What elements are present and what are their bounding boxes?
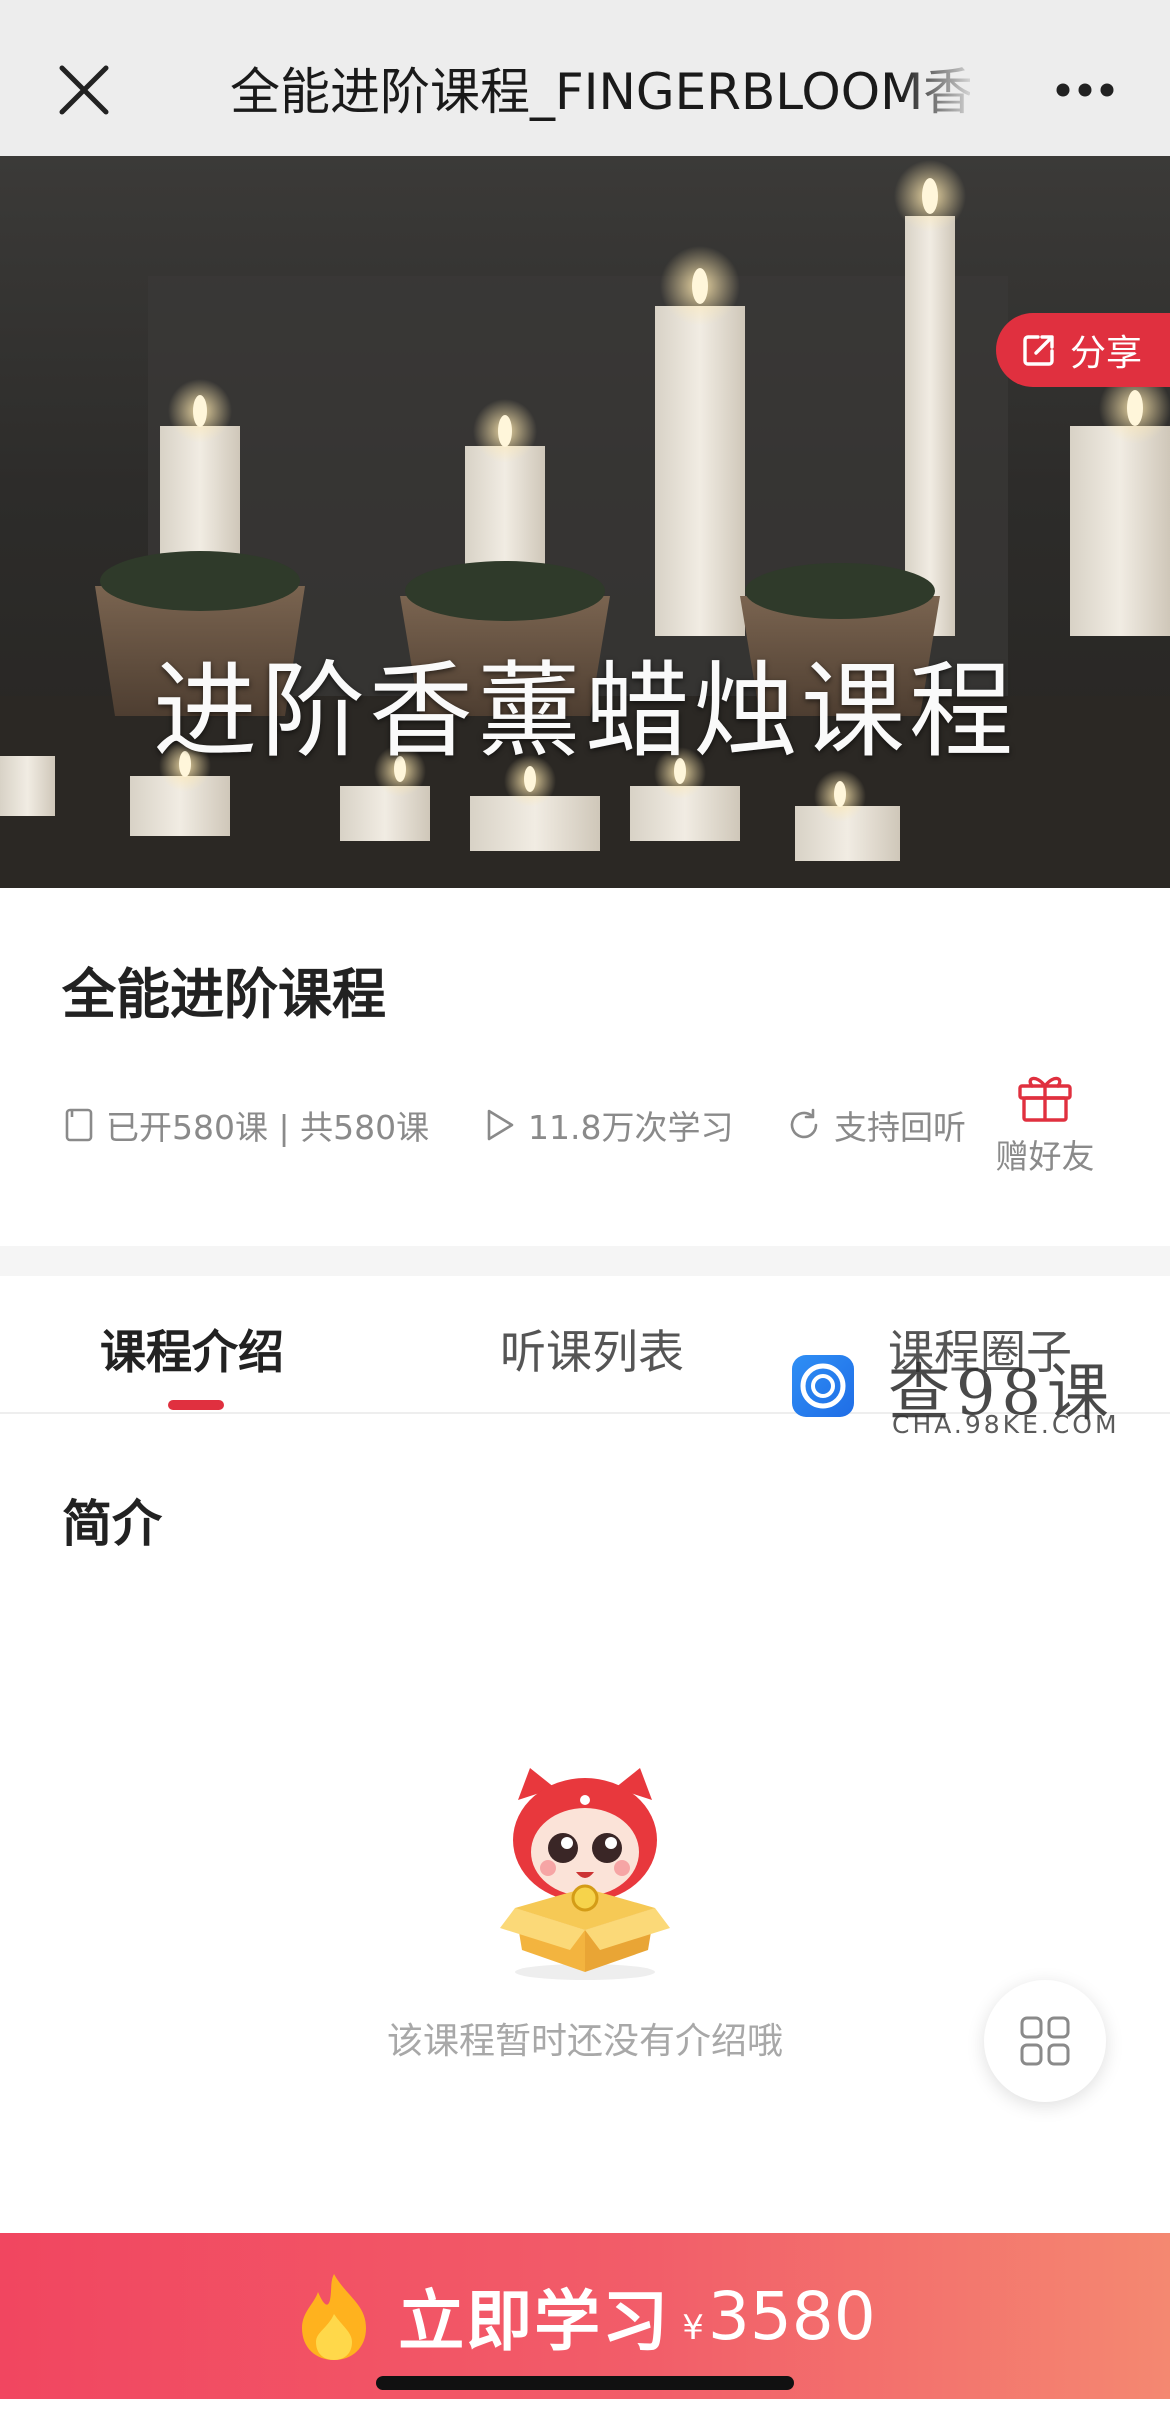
gift-friend-button[interactable]: 赠好友 xyxy=(990,1068,1100,1178)
gift-label: 赠好友 xyxy=(995,1137,1095,1176)
floating-menu-button[interactable] xyxy=(984,1980,1106,2102)
banner-title: 进阶香薰蜡烛课程 xyxy=(152,650,1017,772)
share-label: 分享 xyxy=(1070,333,1143,374)
lessons-count: 已开580课 | 共580课 xyxy=(64,1100,429,1150)
study-now-label: 立即学习 xyxy=(398,2283,671,2360)
more-dots-icon[interactable] xyxy=(1055,82,1115,98)
gift-icon xyxy=(1018,1076,1072,1122)
tab-lesson-list[interactable]: 听课列表 xyxy=(500,1316,684,1382)
watermark-logo-icon xyxy=(792,1355,854,1417)
document-icon xyxy=(65,1108,93,1142)
watermark-url: CHA.98KE.COM xyxy=(892,1410,1120,1439)
page-title: 全能进阶课程_FINGERBLOOM香 xyxy=(230,63,970,121)
replay-support: 支持回听 xyxy=(786,1100,966,1150)
title-fade xyxy=(900,52,980,132)
grid-icon xyxy=(1020,2016,1070,2066)
currency-symbol: ¥ xyxy=(682,2308,704,2348)
share-icon xyxy=(1023,335,1054,366)
study-now-button[interactable]: 立即学习 ¥ 3580 xyxy=(0,2233,1170,2399)
play-icon xyxy=(487,1109,514,1141)
section-separator xyxy=(0,1246,1170,1276)
intro-heading: 简介 xyxy=(62,1495,162,1553)
home-indicator xyxy=(376,2376,794,2390)
play-count: 11.8万次学习 xyxy=(484,1100,733,1150)
active-tab-indicator xyxy=(168,1400,224,1410)
course-title: 全能进阶课程 xyxy=(62,963,386,1026)
course-banner: 进阶香薰蜡烛课程 xyxy=(0,156,1170,888)
replay-icon xyxy=(790,1108,818,1139)
cat-mascot-illustration xyxy=(500,1768,670,1980)
top-nav-bar: 全能进阶课程_FINGERBLOOM香 xyxy=(0,0,1170,156)
flame-icon xyxy=(302,2274,367,2360)
course-price: 3580 xyxy=(707,2277,876,2355)
share-button[interactable]: 分享 xyxy=(996,313,1170,387)
tab-course-intro[interactable]: 课程介绍 xyxy=(100,1316,284,1382)
candles-illustration xyxy=(0,160,1170,888)
close-icon[interactable] xyxy=(56,62,112,118)
